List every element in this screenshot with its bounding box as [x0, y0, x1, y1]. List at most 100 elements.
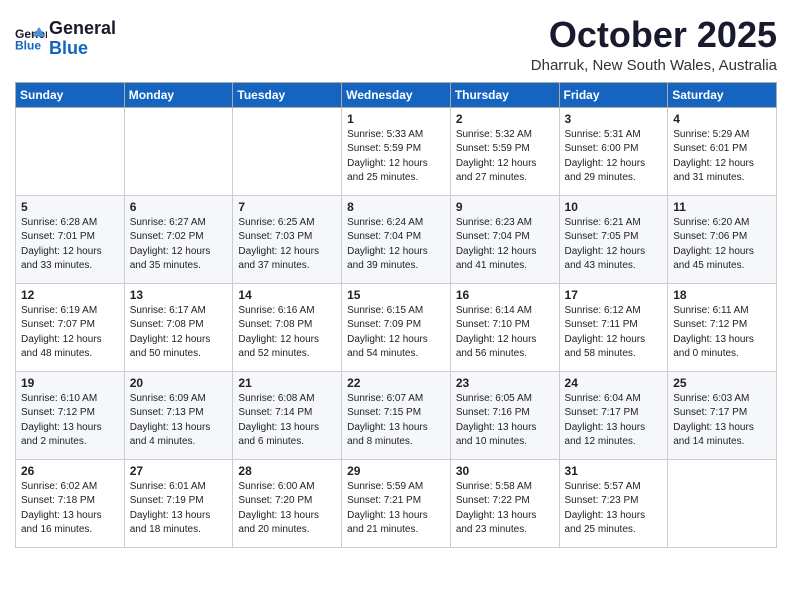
- title-block: October 2025 Dharruk, New South Wales, A…: [531, 15, 777, 74]
- day-info: Sunrise: 6:28 AM Sunset: 7:01 PM Dayligh…: [21, 216, 119, 274]
- logo-line1: General: [49, 19, 116, 39]
- day-number: 1: [347, 112, 445, 126]
- day-info: Sunrise: 6:25 AM Sunset: 7:03 PM Dayligh…: [238, 216, 336, 274]
- day-number: 3: [565, 112, 663, 126]
- calendar-day-cell: [124, 107, 233, 195]
- day-number: 16: [456, 288, 554, 302]
- calendar-day-cell: 14 Sunrise: 6:16 AM Sunset: 7:08 PM Dayli…: [233, 283, 342, 371]
- calendar-day-cell: 10 Sunrise: 6:21 AM Sunset: 7:05 PM Dayli…: [559, 195, 668, 283]
- calendar-day-cell: 16 Sunrise: 6:14 AM Sunset: 7:10 PM Dayli…: [450, 283, 559, 371]
- day-number: 31: [565, 464, 663, 478]
- day-info: Sunrise: 6:17 AM Sunset: 7:08 PM Dayligh…: [130, 304, 228, 362]
- day-number: 13: [130, 288, 228, 302]
- logo: General Blue General Blue: [15, 19, 116, 59]
- calendar-day-cell: 9 Sunrise: 6:23 AM Sunset: 7:04 PM Daylig…: [450, 195, 559, 283]
- day-number: 9: [456, 200, 554, 214]
- day-number: 14: [238, 288, 336, 302]
- calendar-week-row: 26 Sunrise: 6:02 AM Sunset: 7:18 PM Dayli…: [16, 459, 777, 547]
- day-info: Sunrise: 6:11 AM Sunset: 7:12 PM Dayligh…: [673, 304, 771, 362]
- day-info: Sunrise: 6:02 AM Sunset: 7:18 PM Dayligh…: [21, 480, 119, 538]
- day-info: Sunrise: 6:07 AM Sunset: 7:15 PM Dayligh…: [347, 392, 445, 450]
- calendar-week-row: 19 Sunrise: 6:10 AM Sunset: 7:12 PM Dayli…: [16, 371, 777, 459]
- day-number: 15: [347, 288, 445, 302]
- day-number: 26: [21, 464, 119, 478]
- calendar-day-cell: 19 Sunrise: 6:10 AM Sunset: 7:12 PM Dayli…: [16, 371, 125, 459]
- day-number: 23: [456, 376, 554, 390]
- calendar-day-cell: 7 Sunrise: 6:25 AM Sunset: 7:03 PM Daylig…: [233, 195, 342, 283]
- day-info: Sunrise: 6:03 AM Sunset: 7:17 PM Dayligh…: [673, 392, 771, 450]
- day-info: Sunrise: 6:09 AM Sunset: 7:13 PM Dayligh…: [130, 392, 228, 450]
- calendar-day-cell: 25 Sunrise: 6:03 AM Sunset: 7:17 PM Dayli…: [668, 371, 777, 459]
- location-subtitle: Dharruk, New South Wales, Australia: [531, 57, 777, 74]
- calendar-day-cell: 26 Sunrise: 6:02 AM Sunset: 7:18 PM Dayli…: [16, 459, 125, 547]
- day-info: Sunrise: 5:31 AM Sunset: 6:00 PM Dayligh…: [565, 128, 663, 186]
- day-info: Sunrise: 5:33 AM Sunset: 5:59 PM Dayligh…: [347, 128, 445, 186]
- day-info: Sunrise: 6:27 AM Sunset: 7:02 PM Dayligh…: [130, 216, 228, 274]
- weekday-header: Monday: [124, 82, 233, 107]
- day-info: Sunrise: 6:10 AM Sunset: 7:12 PM Dayligh…: [21, 392, 119, 450]
- calendar-day-cell: 22 Sunrise: 6:07 AM Sunset: 7:15 PM Dayli…: [342, 371, 451, 459]
- day-number: 21: [238, 376, 336, 390]
- day-info: Sunrise: 6:20 AM Sunset: 7:06 PM Dayligh…: [673, 216, 771, 274]
- calendar-day-cell: 21 Sunrise: 6:08 AM Sunset: 7:14 PM Dayli…: [233, 371, 342, 459]
- logo-icon: General Blue: [15, 25, 47, 53]
- day-number: 10: [565, 200, 663, 214]
- calendar-week-row: 5Sunrise: 6:28 AM Sunset: 7:01 PM Daylig…: [16, 195, 777, 283]
- day-info: Sunrise: 6:21 AM Sunset: 7:05 PM Dayligh…: [565, 216, 663, 274]
- calendar-day-cell: 29 Sunrise: 5:59 AM Sunset: 7:21 PM Dayli…: [342, 459, 451, 547]
- calendar-day-cell: 24Sunrise: 6:04 AM Sunset: 7:17 PM Dayli…: [559, 371, 668, 459]
- month-title: October 2025: [531, 15, 777, 55]
- calendar-day-cell: 23 Sunrise: 6:05 AM Sunset: 7:16 PM Dayli…: [450, 371, 559, 459]
- day-number: 19: [21, 376, 119, 390]
- day-info: Sunrise: 6:15 AM Sunset: 7:09 PM Dayligh…: [347, 304, 445, 362]
- weekday-header: Saturday: [668, 82, 777, 107]
- weekday-header-row: SundayMondayTuesdayWednesdayThursdayFrid…: [16, 82, 777, 107]
- day-number: 17: [565, 288, 663, 302]
- weekday-header: Thursday: [450, 82, 559, 107]
- day-info: Sunrise: 6:08 AM Sunset: 7:14 PM Dayligh…: [238, 392, 336, 450]
- day-info: Sunrise: 5:59 AM Sunset: 7:21 PM Dayligh…: [347, 480, 445, 538]
- calendar-day-cell: 13 Sunrise: 6:17 AM Sunset: 7:08 PM Dayli…: [124, 283, 233, 371]
- calendar-day-cell: 12 Sunrise: 6:19 AM Sunset: 7:07 PM Dayli…: [16, 283, 125, 371]
- logo-line2: Blue: [49, 39, 116, 59]
- day-info: Sunrise: 6:12 AM Sunset: 7:11 PM Dayligh…: [565, 304, 663, 362]
- day-number: 29: [347, 464, 445, 478]
- day-info: Sunrise: 6:05 AM Sunset: 7:16 PM Dayligh…: [456, 392, 554, 450]
- calendar-day-cell: 17 Sunrise: 6:12 AM Sunset: 7:11 PM Dayli…: [559, 283, 668, 371]
- weekday-header: Wednesday: [342, 82, 451, 107]
- calendar-table: SundayMondayTuesdayWednesdayThursdayFrid…: [15, 82, 777, 548]
- calendar-day-cell: 5Sunrise: 6:28 AM Sunset: 7:01 PM Daylig…: [16, 195, 125, 283]
- day-number: 28: [238, 464, 336, 478]
- day-info: Sunrise: 5:57 AM Sunset: 7:23 PM Dayligh…: [565, 480, 663, 538]
- calendar-day-cell: 15 Sunrise: 6:15 AM Sunset: 7:09 PM Dayli…: [342, 283, 451, 371]
- day-info: Sunrise: 6:16 AM Sunset: 7:08 PM Dayligh…: [238, 304, 336, 362]
- day-info: Sunrise: 5:32 AM Sunset: 5:59 PM Dayligh…: [456, 128, 554, 186]
- weekday-header: Tuesday: [233, 82, 342, 107]
- calendar-day-cell: 31 Sunrise: 5:57 AM Sunset: 7:23 PM Dayli…: [559, 459, 668, 547]
- calendar-day-cell: 1 Sunrise: 5:33 AM Sunset: 5:59 PM Daylig…: [342, 107, 451, 195]
- calendar-week-row: 1 Sunrise: 5:33 AM Sunset: 5:59 PM Daylig…: [16, 107, 777, 195]
- calendar-day-cell: 28 Sunrise: 6:00 AM Sunset: 7:20 PM Dayli…: [233, 459, 342, 547]
- day-number: 8: [347, 200, 445, 214]
- day-number: 27: [130, 464, 228, 478]
- day-info: Sunrise: 6:01 AM Sunset: 7:19 PM Dayligh…: [130, 480, 228, 538]
- day-number: 7: [238, 200, 336, 214]
- day-number: 11: [673, 200, 771, 214]
- day-number: 12: [21, 288, 119, 302]
- day-info: Sunrise: 6:24 AM Sunset: 7:04 PM Dayligh…: [347, 216, 445, 274]
- day-info: Sunrise: 6:14 AM Sunset: 7:10 PM Dayligh…: [456, 304, 554, 362]
- calendar-week-row: 12 Sunrise: 6:19 AM Sunset: 7:07 PM Dayli…: [16, 283, 777, 371]
- day-number: 25: [673, 376, 771, 390]
- page-header: General Blue General Blue October 2025 D…: [15, 15, 777, 74]
- day-info: Sunrise: 6:00 AM Sunset: 7:20 PM Dayligh…: [238, 480, 336, 538]
- day-info: Sunrise: 6:23 AM Sunset: 7:04 PM Dayligh…: [456, 216, 554, 274]
- day-number: 24: [565, 376, 663, 390]
- day-number: 22: [347, 376, 445, 390]
- day-info: Sunrise: 6:19 AM Sunset: 7:07 PM Dayligh…: [21, 304, 119, 362]
- calendar-day-cell: [668, 459, 777, 547]
- day-number: 20: [130, 376, 228, 390]
- weekday-header: Friday: [559, 82, 668, 107]
- day-number: 2: [456, 112, 554, 126]
- day-number: 4: [673, 112, 771, 126]
- calendar-day-cell: 18Sunrise: 6:11 AM Sunset: 7:12 PM Dayli…: [668, 283, 777, 371]
